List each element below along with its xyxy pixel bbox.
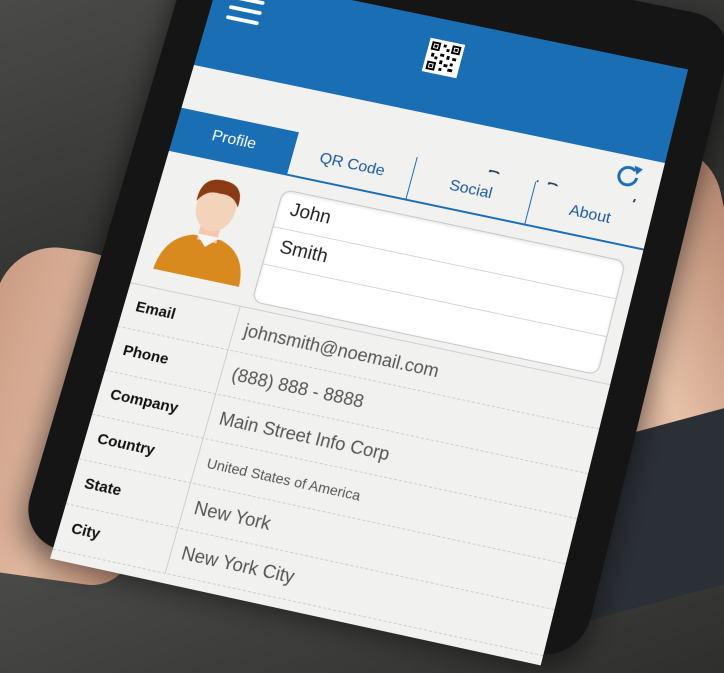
refresh-icon[interactable] [610, 159, 646, 193]
app-screen: Reset Password Profile QR Code Social Ab… [50, 0, 688, 665]
user-avatar-icon[interactable] [149, 161, 273, 287]
qr-code-icon[interactable] [422, 38, 466, 78]
hamburger-icon[interactable] [226, 0, 265, 25]
